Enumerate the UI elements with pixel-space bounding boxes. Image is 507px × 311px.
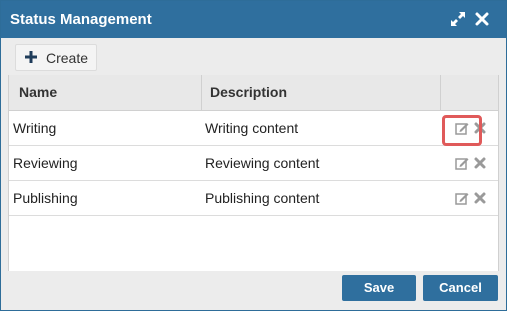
column-divider: [201, 75, 202, 110]
row-description: Publishing content: [205, 190, 320, 206]
column-header-name[interactable]: Name: [19, 84, 57, 100]
dialog-titlebar[interactable]: Status Management: [1, 1, 506, 38]
create-button[interactable]: Create: [15, 44, 97, 71]
row-name: Reviewing: [13, 155, 78, 171]
create-button-label: Create: [46, 50, 89, 66]
column-header-description[interactable]: Description: [210, 84, 287, 100]
maximize-icon[interactable]: [449, 10, 467, 28]
close-icon[interactable]: [473, 10, 491, 28]
table-header: Name Description: [9, 75, 498, 111]
edit-icon[interactable]: [455, 191, 469, 205]
table-row[interactable]: Reviewing Reviewing content: [9, 146, 498, 181]
status-management-dialog: Status Management Create Name Descriptio…: [0, 0, 507, 311]
dialog-title: Status Management: [10, 11, 152, 28]
row-name: Publishing: [13, 190, 78, 206]
save-button[interactable]: Save: [342, 275, 416, 301]
row-name: Writing: [13, 120, 57, 136]
highlight-box: [442, 115, 482, 146]
status-table: Name Description Writing Writing content…: [8, 75, 499, 271]
table-row[interactable]: Writing Writing content: [9, 111, 498, 146]
delete-icon[interactable]: [473, 191, 487, 205]
row-description: Reviewing content: [205, 155, 320, 171]
dialog-footer: Save Cancel: [1, 271, 506, 310]
table-row[interactable]: Publishing Publishing content: [9, 181, 498, 216]
row-description: Writing content: [205, 120, 299, 136]
plus-icon: [25, 51, 37, 63]
column-divider: [440, 75, 441, 110]
cancel-button[interactable]: Cancel: [423, 275, 498, 301]
edit-icon[interactable]: [455, 156, 469, 170]
delete-icon[interactable]: [473, 156, 487, 170]
toolbar: Create: [8, 38, 499, 75]
